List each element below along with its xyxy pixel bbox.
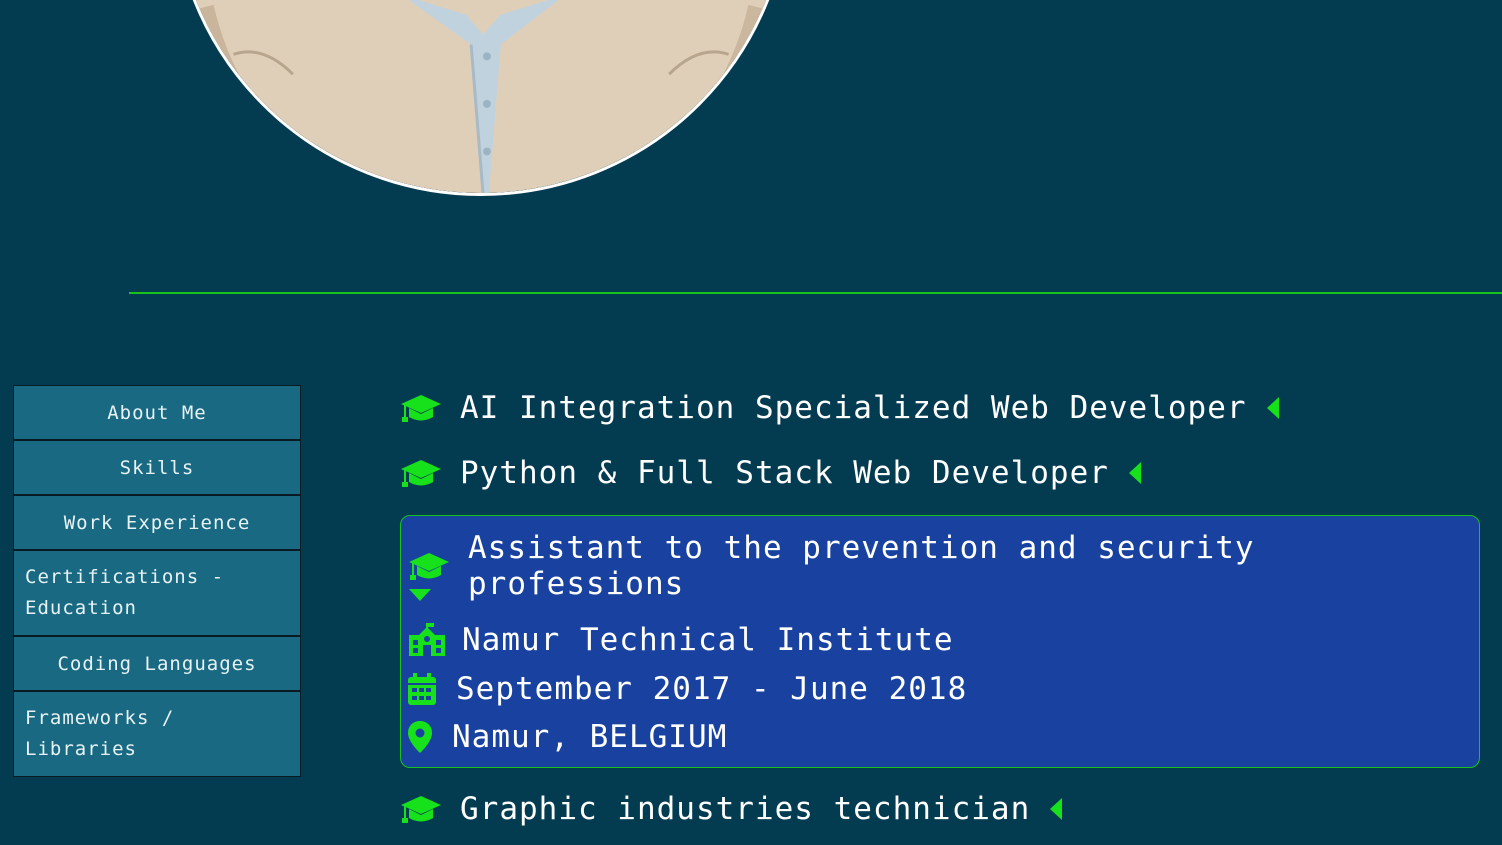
caret-down-icon[interactable] xyxy=(409,589,431,601)
education-item-header[interactable]: Assistant to the prevention and security… xyxy=(408,530,1479,602)
education-item: Python & Full Stack Web Developer xyxy=(400,455,1480,491)
caret-left-icon xyxy=(1050,798,1063,820)
nav-item-label: Work Experience xyxy=(63,511,251,534)
nav-item-frameworks-libraries[interactable]: Frameworks / Libraries xyxy=(13,691,301,777)
education-item-expanded: Assistant to the prevention and security… xyxy=(400,515,1480,768)
calendar-icon xyxy=(408,673,436,705)
education-item-header[interactable]: Graphic industries technician xyxy=(400,791,1480,827)
caret-left-icon xyxy=(1128,462,1141,484)
education-item-title: Assistant to the prevention and security… xyxy=(468,530,1255,602)
nav-item-coding-languages[interactable]: Coding Languages xyxy=(13,636,301,691)
education-school-name: Namur Technical Institute xyxy=(462,622,954,658)
graduation-cap-icon xyxy=(409,553,449,580)
profile-photo xyxy=(174,0,788,193)
nav-item-label: Coding Languages xyxy=(57,652,257,675)
nav-item-certifications-education[interactable]: Certifications - Education xyxy=(13,550,301,636)
nav-item-label: Certifications - Education xyxy=(25,566,225,619)
graduation-cap-icon xyxy=(401,796,441,823)
graduation-cap-icon xyxy=(401,395,441,422)
graduation-cap-icon xyxy=(401,460,441,487)
education-item-title: Python & Full Stack Web Developer xyxy=(460,455,1109,491)
education-item: Graphic industries technician xyxy=(400,791,1480,827)
section-divider xyxy=(129,292,1502,294)
education-date-range: September 2017 - June 2018 xyxy=(456,671,968,707)
education-school: Namur Technical Institute xyxy=(408,622,954,658)
nav-item-label: Skills xyxy=(119,456,195,479)
nav-item-skills[interactable]: Skills xyxy=(13,440,301,495)
school-icon xyxy=(409,623,445,656)
education-location-text: Namur, BELGIUM xyxy=(452,719,728,755)
portfolio-page: About Me Skills Work Experience Certific… xyxy=(0,0,1502,845)
education-dates: September 2017 - June 2018 xyxy=(408,671,967,707)
education-item-header[interactable]: AI Integration Specialized Web Developer xyxy=(400,390,1480,426)
caret-left-icon xyxy=(1266,397,1279,419)
profile-avatar xyxy=(171,0,791,196)
education-location: Namur, BELGIUM xyxy=(408,719,727,755)
nav-item-label: Frameworks / Libraries xyxy=(25,707,175,760)
education-item-header[interactable]: Python & Full Stack Web Developer xyxy=(400,455,1480,491)
nav-item-work-experience[interactable]: Work Experience xyxy=(13,495,301,550)
nav-item-about-me[interactable]: About Me xyxy=(13,385,301,440)
map-pin-icon xyxy=(408,721,432,753)
sidebar-nav: About Me Skills Work Experience Certific… xyxy=(13,385,301,777)
education-item: AI Integration Specialized Web Developer xyxy=(400,390,1480,426)
nav-item-label: About Me xyxy=(107,401,207,424)
education-item-title: AI Integration Specialized Web Developer xyxy=(460,390,1247,426)
education-item-title: Graphic industries technician xyxy=(460,791,1031,827)
